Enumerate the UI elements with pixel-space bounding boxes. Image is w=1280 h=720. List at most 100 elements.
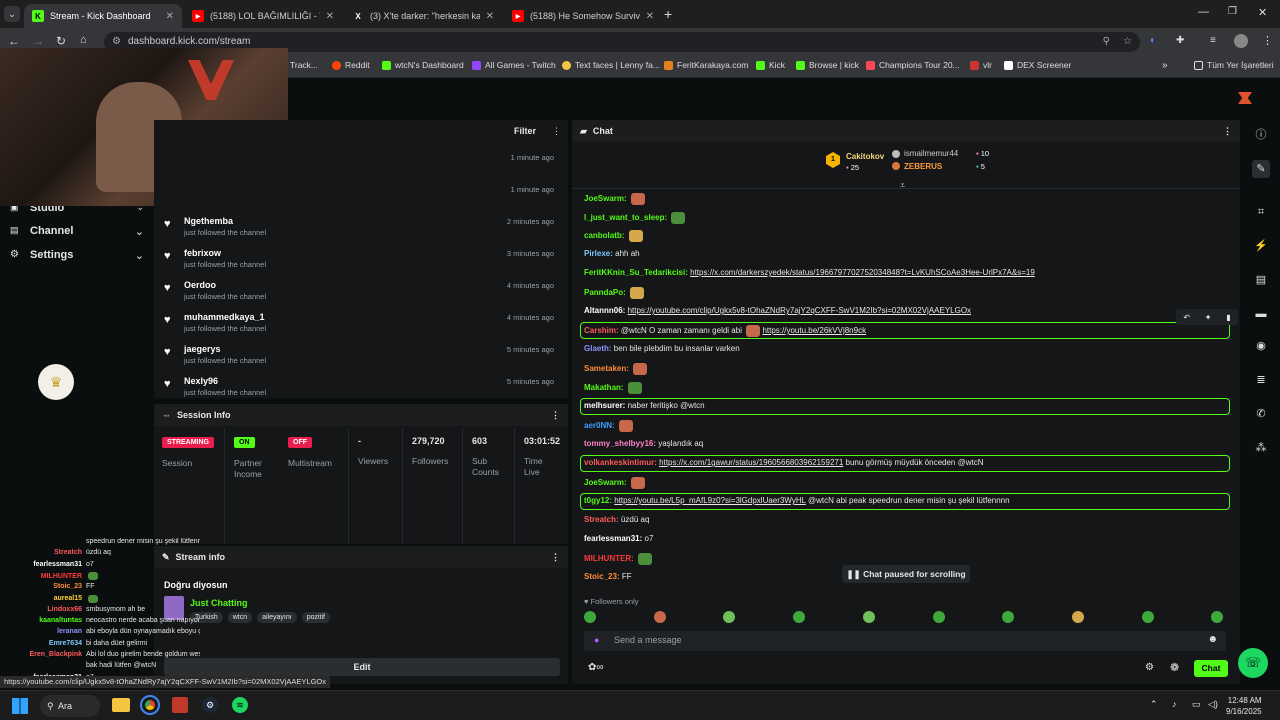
chat-message[interactable]: melhsurer: naber feritişko @wtcn: [584, 401, 705, 410]
chat-username[interactable]: canbolatb:: [584, 231, 624, 240]
chat-link[interactable]: https://youtube.com/clip/Ugkx5v8-tOhaZNd…: [628, 306, 971, 315]
chat-message[interactable]: Makathan:: [584, 382, 642, 394]
flash-icon[interactable]: ⚡: [1252, 237, 1270, 255]
follower-name[interactable]: Ngethemba: [184, 216, 233, 226]
chat-message[interactable]: t0gy12: https://youtu.be/L5p_mAfL9z0?si=…: [584, 496, 1010, 505]
kick-logo-icon[interactable]: [1238, 92, 1252, 104]
bookmark-item[interactable]: DEX Screener: [1004, 60, 1071, 70]
chat-username[interactable]: FeritKKnin_Su_Tedarikcisi:: [584, 268, 688, 277]
chat-settings-icon[interactable]: ⚙: [1145, 662, 1154, 673]
activity-item[interactable]: ♥ jaegerys just followed the channel 5 minu…: [154, 340, 564, 372]
chat-username[interactable]: MILHUNTER:: [584, 554, 634, 563]
tab-x[interactable]: X (3) X'te darker: "herkesin kalpte ✕: [344, 4, 502, 28]
chat-message[interactable]: Carshim: @wtcN O zaman zamanı geldi abi …: [584, 325, 866, 337]
minimize-button[interactable]: —: [1198, 6, 1209, 18]
more-options-icon[interactable]: ⋮: [552, 126, 561, 137]
close-icon[interactable]: ✕: [160, 11, 174, 22]
emote-icon[interactable]: [653, 611, 666, 623]
follower-name[interactable]: muhammedkaya_1: [184, 312, 265, 322]
chat-link[interactable]: https://x.com/1gawur/status/196056680396…: [659, 458, 843, 467]
chat-username[interactable]: Streatch:: [584, 515, 619, 524]
emote-icon[interactable]: [932, 611, 945, 623]
crop-icon[interactable]: ⌗: [1252, 203, 1270, 221]
activity-item[interactable]: ♥ febrixow just followed the channel 3 minu…: [154, 244, 564, 276]
extensions-puzzle-icon[interactable]: ✚: [1176, 35, 1184, 46]
chat-link[interactable]: https://x.com/darkerszyedek/status/19667…: [690, 268, 1035, 277]
emote-icon[interactable]: [1141, 611, 1154, 623]
app-icon[interactable]: [172, 697, 188, 713]
chat-message[interactable]: Pirlexe: ahh ah: [584, 249, 640, 258]
chat-message[interactable]: fearlessman31: o7: [584, 534, 653, 543]
follower-name[interactable]: Nexly96: [184, 376, 218, 386]
chat-username[interactable]: Makathan:: [584, 383, 624, 392]
more-options-icon[interactable]: ⋮: [551, 552, 560, 563]
activity-item[interactable]: ♥ Ngethemba just followed the channel 2 min…: [154, 212, 564, 244]
tag[interactable]: aileyayını: [257, 612, 297, 623]
chat-username[interactable]: Glaeth:: [584, 344, 612, 353]
chat-emotes-icon[interactable]: ❁: [1170, 661, 1179, 674]
all-bookmarks[interactable]: Tüm Yer İşaretleri: [1194, 60, 1274, 70]
chat-username[interactable]: Pirlexe:: [584, 249, 613, 258]
chat-username[interactable]: Sametaken:: [584, 364, 629, 373]
chat-message[interactable]: aer0NN:: [584, 420, 633, 432]
chat-message[interactable]: canbolatb:: [584, 230, 643, 242]
chat-message[interactable]: Altannn06: https://youtube.com/clip/Ugkx…: [584, 306, 971, 315]
tag[interactable]: wtcn: [227, 612, 253, 623]
sidebar-item-channel[interactable]: ▤ Channel ⌄: [10, 225, 144, 241]
browser-menu-icon[interactable]: ⋮: [1262, 34, 1273, 47]
close-window-button[interactable]: ✕: [1258, 6, 1267, 19]
emote-icon[interactable]: [584, 611, 596, 623]
bookmark-item[interactable]: Reddit: [332, 60, 370, 70]
microphone-icon[interactable]: ●: [594, 635, 599, 645]
tab-list-icon[interactable]: ⌄: [4, 6, 20, 22]
emote-icon[interactable]: [1002, 611, 1015, 623]
bookmark-item[interactable]: wtcN's Dashboard: [382, 60, 464, 70]
chrome-icon[interactable]: [140, 695, 160, 715]
media-icon[interactable]: ≡: [1210, 35, 1216, 46]
windows-start-icon[interactable]: [12, 698, 28, 714]
chat-message[interactable]: I_just_want_to_sleep:: [584, 212, 686, 224]
activity-item[interactable]: ♥ Oerdoo just followed the channel 4 minute…: [154, 276, 564, 308]
chat-message[interactable]: JoeSwarm:: [584, 193, 645, 205]
chat-message[interactable]: Stoic_23: FF: [584, 572, 632, 581]
spotify-icon[interactable]: ≋: [232, 697, 248, 713]
broadcast-icon[interactable]: ◉: [1252, 337, 1270, 355]
bookmark-item[interactable]: All Games - Twitch: [472, 60, 556, 70]
wrench-icon[interactable]: ✆: [1252, 405, 1270, 423]
new-tab-button[interactable]: +: [664, 6, 672, 22]
chat-message[interactable]: Streatch: üzdü aq: [584, 515, 649, 524]
chat-bubble-icon[interactable]: ▬: [1252, 305, 1270, 323]
emote-icon[interactable]: [1071, 611, 1084, 623]
chat-tools-icon[interactable]: ✿∞: [588, 662, 604, 673]
more-bookmarks-icon[interactable]: »: [1162, 60, 1168, 71]
chat-message[interactable]: MILHUNTER:: [584, 553, 653, 565]
chat-username[interactable]: Stoic_23:: [584, 572, 620, 581]
chat-username[interactable]: JoeSwarm:: [584, 194, 627, 203]
activity-item[interactable]: ♥ Nexly96 just followed the channel 5 minut…: [154, 372, 564, 398]
pin-icon[interactable]: ✦: [1205, 313, 1212, 322]
bookmark-item[interactable]: Browse | kick: [796, 60, 859, 70]
network-icon[interactable]: ▭: [1192, 699, 1201, 710]
delete-icon[interactable]: ▮: [1226, 313, 1230, 322]
more-options-icon[interactable]: ⋮: [1223, 126, 1232, 137]
pencil-icon[interactable]: ✎: [1252, 160, 1270, 178]
edit-button[interactable]: Edit: [164, 658, 560, 676]
bookmark-item[interactable]: Kick: [756, 60, 785, 70]
tab-kick-dashboard[interactable]: K Stream - Kick Dashboard ✕: [24, 4, 182, 28]
chat-send-button[interactable]: Chat: [1194, 660, 1228, 677]
chat-message[interactable]: volkankeskintimur: https://x.com/1gawur/…: [584, 458, 984, 467]
chat-username[interactable]: fearlessman31:: [584, 534, 642, 543]
tab-youtube-1[interactable]: ▶ (5188) LOL BAĞIMLILIĞI - YouTube ✕: [184, 4, 342, 28]
maximize-button[interactable]: ❐: [1228, 6, 1237, 17]
back-icon[interactable]: ←: [8, 34, 20, 48]
info-icon[interactable]: ⓘ: [1252, 126, 1270, 144]
chat-username[interactable]: aer0NN:: [584, 421, 615, 430]
emote-icon[interactable]: [1211, 611, 1224, 623]
file-explorer-icon[interactable]: [112, 698, 130, 712]
bookmark-item[interactable]: FeritKarakaya.com: [664, 60, 748, 70]
emote-icon[interactable]: [862, 611, 875, 623]
filter-button[interactable]: Filter: [514, 126, 536, 136]
activity-item[interactable]: ♥ muhammedkaya_1 just followed the channel…: [154, 308, 564, 340]
chat-link[interactable]: https://youtu.be/26kVVj8n9ck: [762, 326, 866, 335]
chat-username[interactable]: JoeSwarm:: [584, 478, 627, 487]
